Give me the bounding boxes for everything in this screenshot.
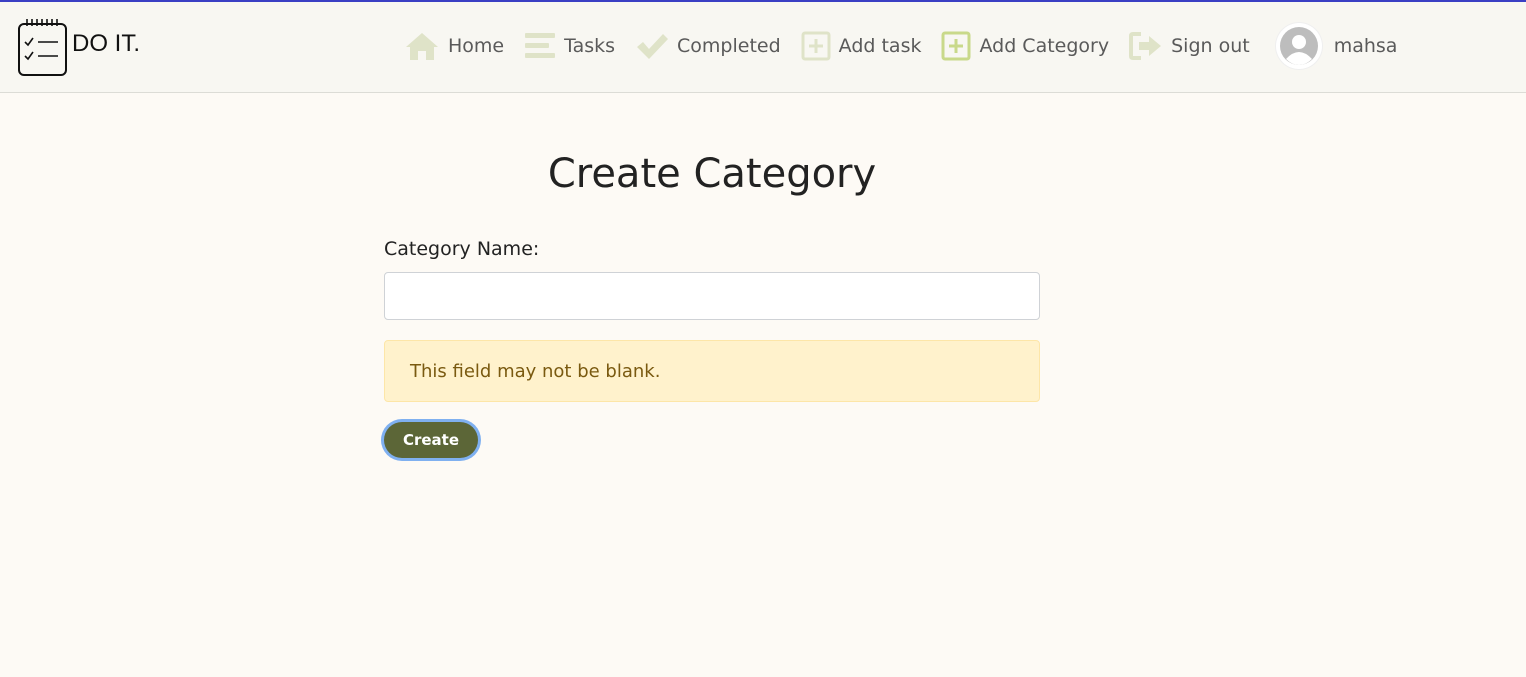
user-avatar-icon <box>1279 27 1318 65</box>
nav-item-tasks[interactable]: Tasks <box>524 31 615 61</box>
plus-square-icon <box>941 31 971 61</box>
main-nav: Home Tasks Completed Add task Add Catego… <box>404 23 1417 69</box>
nav-item-label: Home <box>448 35 505 57</box>
nav-item-user[interactable]: mahsa <box>1275 23 1398 69</box>
plus-square-icon <box>801 31 831 61</box>
checklist-notepad-icon <box>18 19 67 76</box>
brand[interactable]: DO IT. <box>18 18 140 76</box>
nav-item-label: Sign out <box>1171 35 1250 57</box>
page-title: Create Category <box>547 150 877 197</box>
nav-item-label: Completed <box>677 35 781 57</box>
brand-name: DO IT. <box>72 30 141 57</box>
nav-item-sign-out[interactable]: Sign out <box>1129 31 1250 61</box>
create-category-form: Category Name: This field may not be bla… <box>384 238 1040 458</box>
checkmark-icon <box>637 34 669 59</box>
home-icon <box>406 33 438 60</box>
list-icon <box>525 33 556 58</box>
nav-item-label: Add task <box>838 35 922 57</box>
nav-item-add-task[interactable]: Add task <box>801 31 922 61</box>
validation-error: This field may not be blank. <box>384 340 1040 402</box>
nav-item-home[interactable]: Home <box>404 31 504 61</box>
nav-item-label: Add Category <box>979 35 1110 57</box>
user-name: mahsa <box>1333 35 1398 57</box>
category-name-label: Category Name: <box>384 238 540 260</box>
nav-item-completed[interactable]: Completed <box>635 31 781 61</box>
sign-out-icon <box>1129 32 1162 60</box>
nav-item-add-category[interactable]: Add Category <box>941 31 1109 61</box>
nav-item-label: Tasks <box>564 35 616 57</box>
category-name-input[interactable] <box>384 272 1040 320</box>
navbar: DO IT. Home Tasks Completed Add task Add… <box>0 2 1526 93</box>
create-button[interactable]: Create <box>384 422 478 458</box>
avatar <box>1275 23 1322 69</box>
